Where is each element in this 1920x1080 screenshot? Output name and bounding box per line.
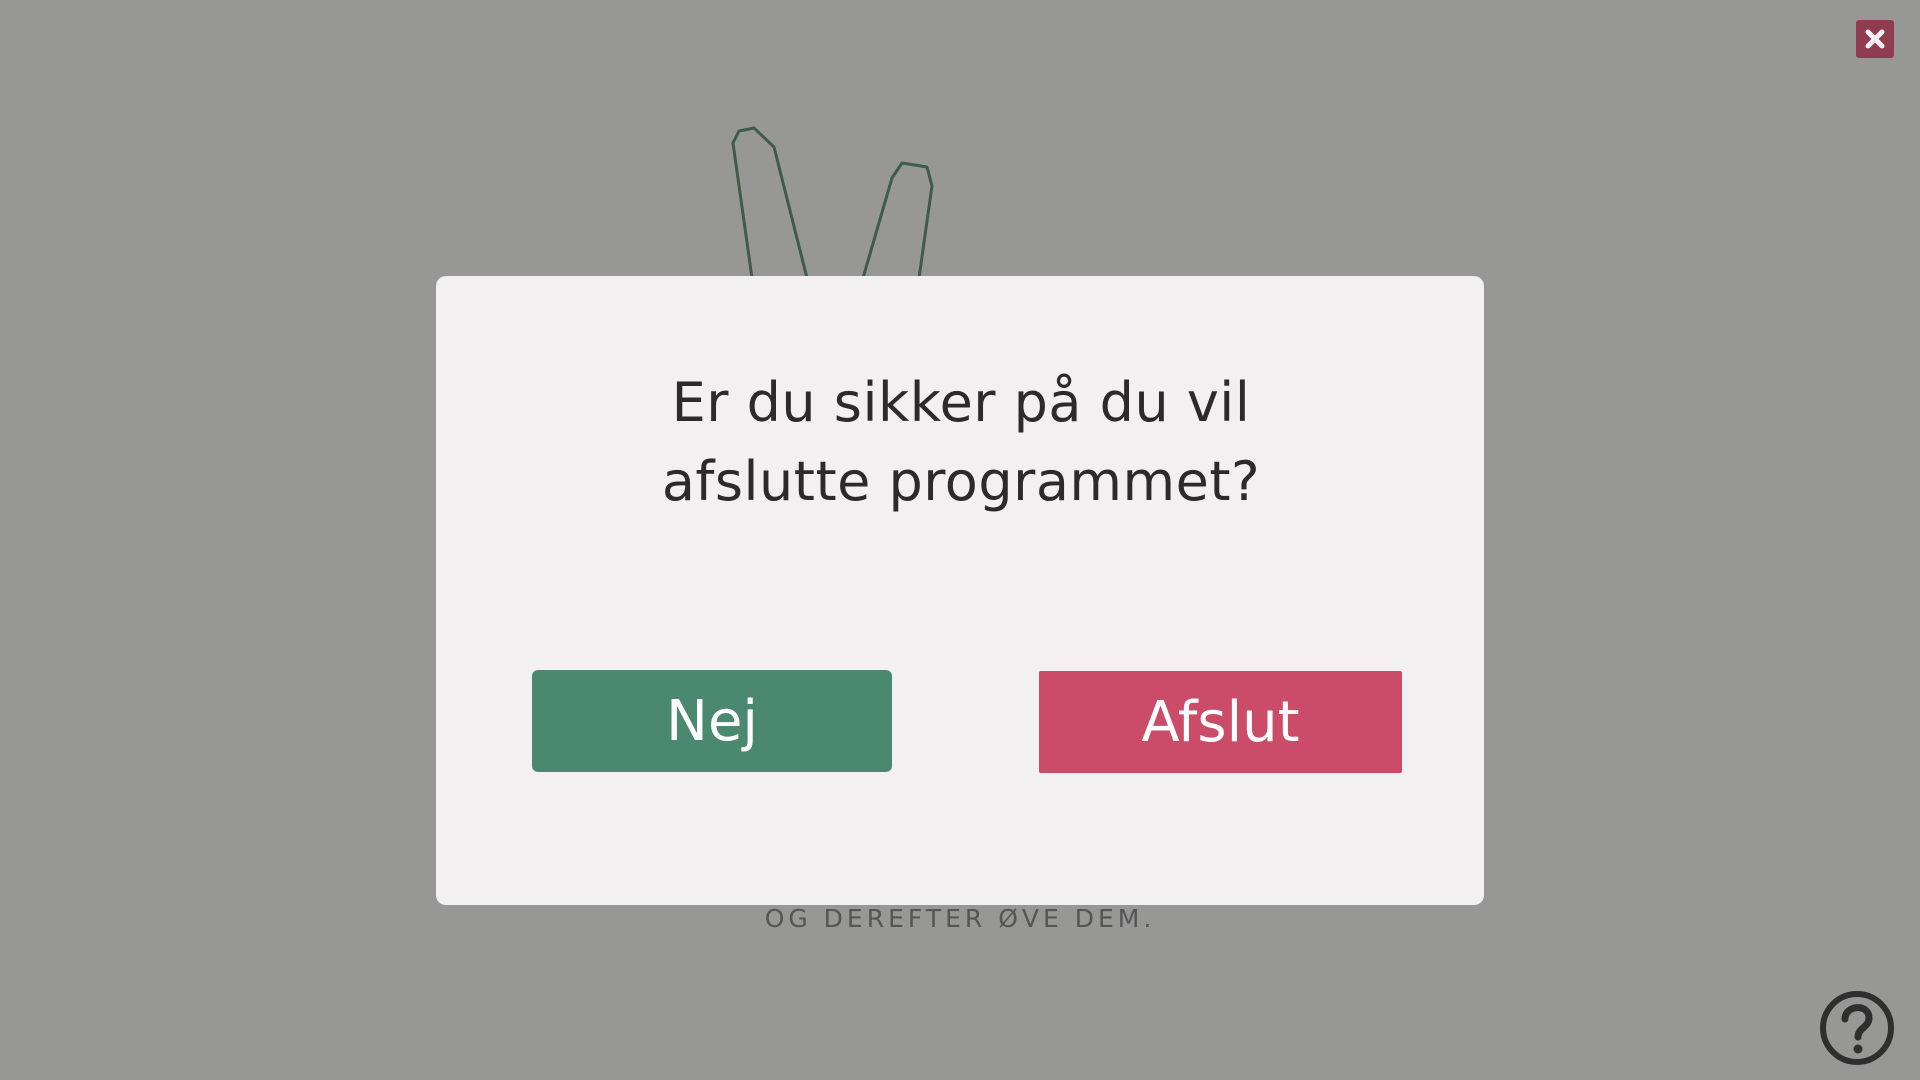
no-button[interactable]: Nej — [532, 670, 892, 772]
close-icon — [1865, 29, 1885, 49]
close-button[interactable] — [1856, 20, 1894, 58]
background-subtitle: OG DEREFTER ØVE DEM. — [764, 904, 1156, 933]
exit-confirmation-dialog: Er du sikker på du vil afslutte programm… — [436, 276, 1484, 905]
dialog-message-line2: afslutte programmet? — [661, 450, 1261, 513]
help-icon[interactable] — [1818, 989, 1920, 1067]
dialog-message-line1: Er du sikker på du vil — [671, 371, 1251, 434]
hand-illustration — [731, 126, 934, 279]
exit-button[interactable]: Afslut — [1039, 671, 1402, 773]
dialog-message: Er du sikker på du vil afslutte programm… — [586, 363, 1336, 521]
